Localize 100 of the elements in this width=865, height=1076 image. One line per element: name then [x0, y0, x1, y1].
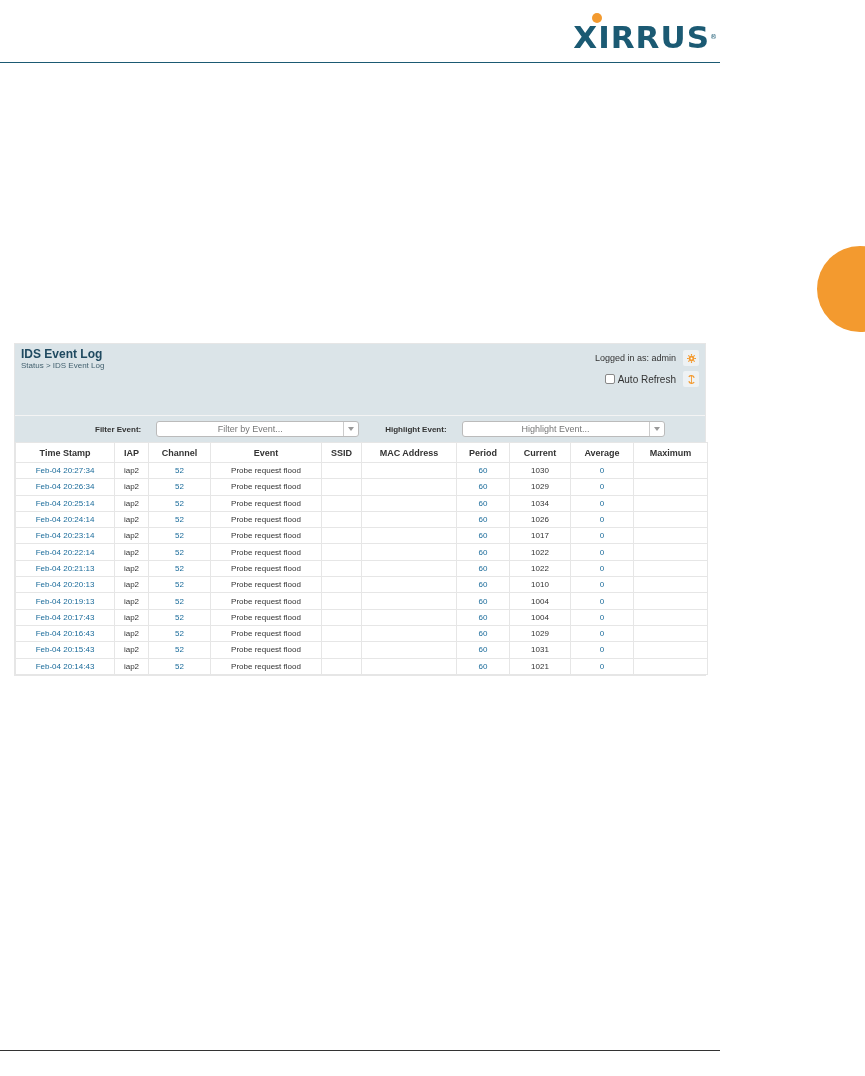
table-cell: 0 — [570, 658, 634, 675]
filter-label: Highlight Event: — [385, 424, 447, 434]
table-cell: Probe request flood — [210, 544, 322, 561]
table-cell: 1029 — [509, 478, 571, 496]
table-cell: 52 — [148, 658, 211, 675]
table-cell: Probe request flood — [210, 462, 322, 479]
table-cell: 60 — [456, 544, 510, 561]
table-cell: Probe request flood — [210, 609, 322, 626]
table-cell: Probe request flood — [210, 527, 322, 544]
table-cell: 52 — [148, 527, 211, 544]
table-cell: 60 — [456, 478, 510, 496]
table-cell: iap2 — [114, 478, 149, 496]
table-cell: 1031 — [509, 641, 571, 659]
table-cell: 0 — [570, 560, 634, 577]
table-cell: iap2 — [114, 560, 149, 577]
table-cell: 60 — [456, 609, 510, 626]
table-cell: 52 — [148, 544, 211, 561]
table-cell: Feb-04 20:22:14 — [15, 544, 115, 561]
table-cell: 0 — [570, 495, 634, 512]
table-cell: 0 — [570, 592, 634, 610]
table-cell: 52 — [148, 478, 211, 496]
table-cell: 1034 — [509, 495, 571, 512]
table-cell: Feb-04 20:24:14 — [15, 511, 115, 528]
table-cell: Probe request flood — [210, 511, 322, 528]
table-cell: 60 — [456, 527, 510, 544]
table-cell: 0 — [570, 462, 634, 479]
table-cell: Feb-04 20:25:14 — [15, 495, 115, 512]
refresh-icon — [686, 373, 696, 385]
table-cell: Feb-04 20:16:43 — [15, 625, 115, 642]
table-cell: 52 — [148, 462, 211, 479]
table-cell: iap2 — [114, 592, 149, 610]
logged-in-label: Logged in as: admin — [594, 353, 676, 363]
table-cell: Feb-04 20:17:43 — [15, 609, 115, 626]
table-cell: 0 — [570, 527, 634, 544]
table-cell: 1022 — [509, 560, 571, 577]
table-cell: Feb-04 20:15:43 — [15, 641, 115, 659]
table-cell: 0 — [570, 576, 634, 593]
column-header[interactable]: Maximum — [633, 442, 708, 463]
filter-label: Filter Event: — [95, 424, 142, 434]
filter-dropdown[interactable]: Filter by Event... — [156, 421, 360, 437]
column-header[interactable]: Time Stamp — [15, 442, 115, 463]
table-cell: iap2 — [114, 527, 149, 544]
filter-dropdown[interactable]: Highlight Event... — [461, 421, 665, 437]
column-header[interactable]: Average — [570, 442, 634, 463]
column-header[interactable]: Channel — [148, 442, 211, 463]
table-cell: Probe request flood — [210, 658, 322, 675]
table-cell: 52 — [148, 592, 211, 610]
table-cell: 52 — [148, 641, 211, 659]
table-cell: 0 — [570, 641, 634, 659]
table-cell: 60 — [456, 462, 510, 479]
table-cell: 60 — [456, 495, 510, 512]
table-cell: 1004 — [509, 609, 571, 626]
table-cell: iap2 — [114, 576, 149, 593]
table-cell: 60 — [456, 576, 510, 593]
table-cell: Feb-04 20:23:14 — [15, 527, 115, 544]
table-cell: 60 — [456, 625, 510, 642]
table-cell: iap2 — [114, 641, 149, 659]
table-cell: Feb-04 20:20:13 — [15, 576, 115, 593]
table-cell: 0 — [570, 544, 634, 561]
table-cell: 1021 — [509, 658, 571, 675]
table-cell: 0 — [570, 609, 634, 626]
column-header[interactable]: Period — [456, 442, 510, 463]
column-header[interactable]: Event — [210, 442, 322, 463]
table-cell: 52 — [148, 511, 211, 528]
column-header[interactable]: SSID — [321, 442, 362, 463]
table-cell: 1004 — [509, 592, 571, 610]
table-cell: iap2 — [114, 511, 149, 528]
table-cell: 52 — [148, 609, 211, 626]
column-header[interactable]: IAP — [114, 442, 149, 463]
caret-icon — [653, 427, 660, 431]
table-cell: 52 — [148, 625, 211, 642]
table-cell: 52 — [148, 495, 211, 512]
table-cell: 60 — [456, 641, 510, 659]
table-cell: Probe request flood — [210, 478, 322, 496]
caret-icon — [348, 427, 355, 431]
table-cell: 0 — [570, 511, 634, 528]
column-header[interactable]: MAC Address — [361, 442, 457, 463]
table-cell: 1022 — [509, 544, 571, 561]
table-cell: iap2 — [114, 609, 149, 626]
column-header[interactable]: Current — [509, 442, 571, 463]
table-cell: 60 — [456, 511, 510, 528]
refresh-button[interactable] — [683, 371, 699, 387]
table-cell: iap2 — [114, 462, 149, 479]
table-cell: Feb-04 20:19:13 — [15, 592, 115, 610]
table-cell: 1026 — [509, 511, 571, 528]
table-cell: Probe request flood — [210, 560, 322, 577]
page-title: IDS Event Log — [21, 347, 104, 361]
table-cell: 1017 — [509, 527, 571, 544]
gear-icon — [686, 353, 696, 363]
table-cell: Probe request flood — [210, 641, 322, 659]
table-cell: 0 — [570, 478, 634, 496]
table-cell: Feb-04 20:14:43 — [15, 658, 115, 675]
breadcrumb: Status > IDS Event Log — [21, 361, 105, 370]
table-cell: 60 — [456, 658, 510, 675]
auto-refresh-checkbox[interactable] — [604, 374, 615, 384]
table-cell: 52 — [148, 560, 211, 577]
auto-refresh-label: Auto Refresh — [617, 373, 676, 385]
settings-button[interactable] — [683, 350, 699, 366]
table-cell: Probe request flood — [210, 576, 322, 593]
table-cell: Probe request flood — [210, 592, 322, 610]
